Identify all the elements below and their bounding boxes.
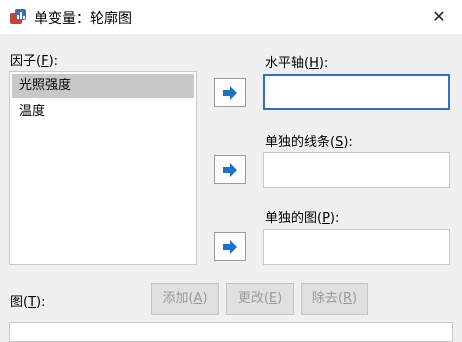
remove-button[interactable]: 除去(R) bbox=[301, 283, 368, 315]
list-item-factor-2[interactable]: 温度 bbox=[12, 100, 194, 124]
move-to-separate-lines-button[interactable] bbox=[214, 155, 246, 184]
close-icon: ✕ bbox=[432, 7, 446, 26]
move-right-arrow-icon bbox=[223, 85, 237, 100]
horizontal-axis-label: 水平轴(H): bbox=[265, 56, 329, 71]
list-item-factor-1[interactable]: 光照强度 bbox=[12, 74, 194, 98]
factors-list[interactable]: 光照强度 温度 bbox=[9, 71, 197, 265]
plots-label: 图(T): bbox=[10, 295, 46, 310]
factors-label: 因子(F): bbox=[10, 54, 59, 69]
plots-list[interactable] bbox=[9, 322, 453, 342]
close-button[interactable]: ✕ bbox=[428, 6, 450, 28]
title-bar: 单变量：轮廓图 ✕ bbox=[0, 0, 462, 34]
move-right-arrow-icon bbox=[223, 162, 237, 177]
add-button[interactable]: 添加(A) bbox=[151, 283, 219, 315]
window-title: 单变量：轮廓图 bbox=[34, 11, 132, 27]
separate-plots-label: 单独的图(P): bbox=[265, 211, 340, 226]
separate-plots-field[interactable] bbox=[263, 229, 450, 265]
move-to-separate-plots-button[interactable] bbox=[214, 232, 246, 261]
change-button[interactable]: 更改(E) bbox=[226, 283, 294, 315]
move-to-horizontal-axis-button[interactable] bbox=[214, 78, 246, 107]
move-right-arrow-icon bbox=[223, 239, 237, 254]
separate-lines-field[interactable] bbox=[263, 152, 450, 188]
separate-lines-label: 单独的线条(S): bbox=[265, 135, 353, 150]
horizontal-axis-field[interactable] bbox=[263, 74, 450, 110]
app-chart-icon bbox=[10, 9, 26, 24]
